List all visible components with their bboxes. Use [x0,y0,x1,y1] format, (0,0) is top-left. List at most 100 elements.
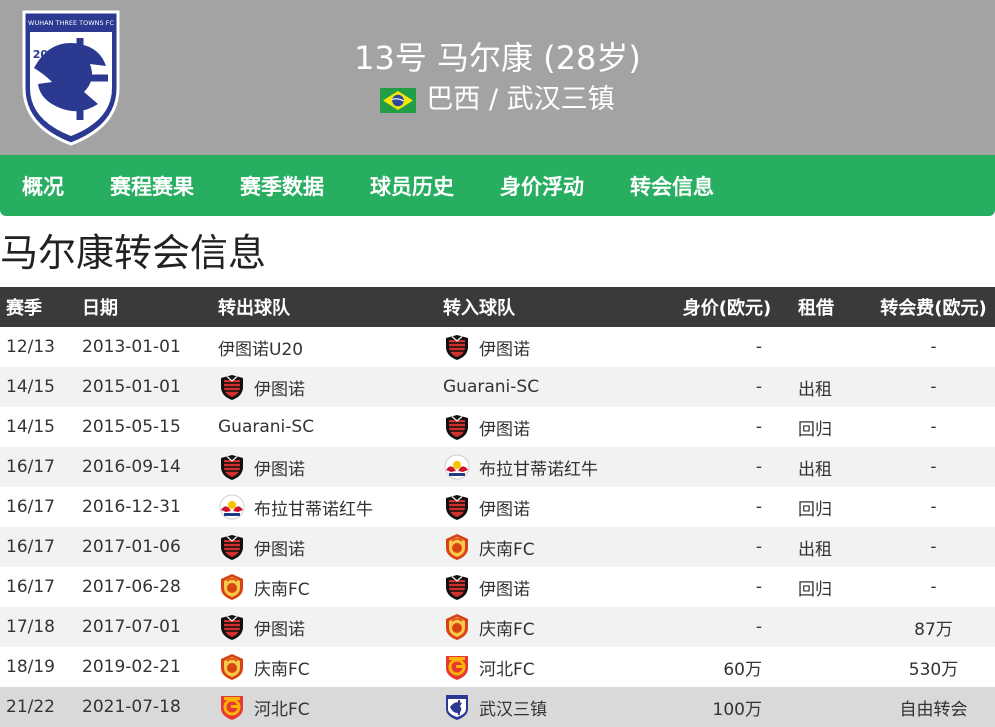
ituano-badge-icon[interactable] [218,373,246,401]
ituano-badge-icon[interactable] [218,453,246,481]
cell-from-team-name[interactable]: 伊图诺 [254,535,305,560]
ituano-badge-icon[interactable] [218,533,246,561]
player-header: WUHAN THREE TOWNS FC 2013 13号 马尔康 (28岁) … [0,0,995,155]
redbull-badge-icon[interactable] [443,453,471,481]
cell-to-team: 庆南FC [437,607,662,647]
cell-from-team-name[interactable]: 布拉甘蒂诺红牛 [254,495,373,520]
cell-market-value: - [662,527,792,567]
cell-to-team: 伊图诺 [437,487,662,527]
page-title: 马尔康转会信息 [0,231,267,275]
cell-from-team-name[interactable]: 伊图诺 [254,615,305,640]
cell-from-team-name[interactable]: 庆南FC [254,655,310,680]
cell-from-team: Guarani-SC [212,407,437,447]
table-row[interactable]: 21/22 2021-07-18 河北FC 武汉三镇 100万 自由转会 [0,687,995,727]
header-from-team[interactable]: 转出球队 [212,287,437,327]
cell-to-team: 布拉甘蒂诺红牛 [437,447,662,487]
ituano-badge-icon[interactable] [443,413,471,441]
player-subtitle: 巴西 / 武汉三镇 [0,82,995,118]
table-row[interactable]: 14/15 2015-05-15 Guarani-SC 伊图诺 - 回归 - [0,407,995,447]
gyeongnam-badge-icon[interactable] [218,653,246,681]
cell-date: 2016-12-31 [82,497,181,517]
cell-transfer-fee: - [930,577,937,597]
table-row[interactable]: 18/19 2019-02-21 庆南FC 河北FC 60万 530万 [0,647,995,687]
cell-transfer-fee: - [872,527,995,567]
ituano-badge-icon[interactable] [218,613,246,641]
table-row[interactable]: 17/18 2017-07-01 伊图诺 庆南FC - 87万 [0,607,995,647]
nav-item-market-value[interactable]: 身价浮动 [500,171,584,201]
cell-to-team-name[interactable]: 伊图诺 [479,415,530,440]
cell-from-team: 庆南FC [212,647,437,687]
cell-transfer-fee: 自由转会 [872,687,995,727]
nav-item-transfers[interactable]: 转会信息 [630,171,714,201]
cell-from-team-name[interactable]: Guarani-SC [218,417,314,437]
redbull-badge-icon[interactable] [218,493,246,521]
hebei-badge-icon[interactable] [443,653,471,681]
table-row[interactable]: 12/13 2013-01-01 伊图诺U20 伊图诺 - - [0,327,995,367]
cell-to-team: 伊图诺 [437,327,662,367]
nav-item-overview[interactable]: 概况 [22,171,64,201]
cell-season: 14/15 [6,417,55,437]
cell-market-value: - [662,607,792,647]
cell-transfer-fee: - [930,337,937,357]
nav-bar: 概况 赛程赛果 赛季数据 球员历史 身价浮动 转会信息 [0,155,995,216]
cell-to-team-name[interactable]: 伊图诺 [479,575,530,600]
gyeongnam-badge-icon[interactable] [218,573,246,601]
header-date[interactable]: 日期 [76,287,212,327]
table-row[interactable]: 16/17 2016-12-31 布拉甘蒂诺红牛 伊图诺 - 回归 - [0,487,995,527]
cell-to-team-name[interactable]: 庆南FC [479,615,535,640]
cell-loan [792,687,872,727]
wuhan-badge-icon[interactable] [443,693,471,721]
cell-to-team: 伊图诺 [437,407,662,447]
cell-to-team-name[interactable]: 河北FC [479,655,535,680]
cell-from-team-name[interactable]: 伊图诺 [254,375,305,400]
table-row[interactable]: 16/17 2017-06-28 庆南FC 伊图诺 - 回归 - [0,567,995,607]
cell-date: 2017-06-28 [82,577,181,597]
cell-loan: 回归 [798,419,832,440]
gyeongnam-badge-icon[interactable] [443,613,471,641]
ituano-badge-icon[interactable] [443,333,471,361]
cell-from-team-name[interactable]: 河北FC [254,695,310,720]
table-row[interactable]: 14/15 2015-01-01 伊图诺 Guarani-SC - 出租 - [0,367,995,407]
cell-from-team: 河北FC [212,687,437,727]
player-nationality-club: 巴西 / 武汉三镇 [426,84,615,115]
cell-to-team-name[interactable]: 庆南FC [479,535,535,560]
cell-season: 16/17 [0,447,76,487]
ituano-badge-icon[interactable] [443,573,471,601]
cell-to-team: 伊图诺 [437,567,662,607]
cell-market-value: 100万 [662,687,792,727]
cell-season: 17/18 [0,607,76,647]
gyeongnam-badge-icon[interactable] [443,533,471,561]
cell-to-team-name[interactable]: 伊图诺 [479,335,530,360]
cell-from-team-name[interactable]: 伊图诺U20 [218,335,303,360]
cell-transfer-fee: - [930,497,937,517]
cell-from-team-name[interactable]: 伊图诺 [254,455,305,480]
cell-market-value: - [755,337,762,357]
header-season[interactable]: 赛季 [0,287,76,327]
cell-from-team: 伊图诺 [212,527,437,567]
brazil-flag-icon [380,87,417,113]
nav-item-season-stats[interactable]: 赛季数据 [240,171,324,201]
club-logo-text: WUHAN THREE TOWNS FC [28,19,114,27]
ituano-badge-icon[interactable] [443,493,471,521]
cell-date: 2015-01-01 [76,367,212,407]
hebei-badge-icon[interactable] [218,693,246,721]
header-loan[interactable]: 租借 [792,287,872,327]
header-transfer-fee[interactable]: 转会费(欧元) [872,287,995,327]
cell-from-team: 伊图诺U20 [212,327,437,367]
nav-item-player-history[interactable]: 球员历史 [370,171,454,201]
table-row[interactable]: 16/17 2017-01-06 伊图诺 庆南FC - 出租 - [0,527,995,567]
cell-to-team-name[interactable]: Guarani-SC [443,377,539,397]
cell-date: 2015-05-15 [82,417,181,437]
cell-season: 16/17 [6,497,55,517]
cell-to-team-name[interactable]: 布拉甘蒂诺红牛 [479,455,598,480]
header-market-value[interactable]: 身价(欧元) [662,287,792,327]
cell-transfer-fee: - [872,447,995,487]
header-to-team[interactable]: 转入球队 [437,287,662,327]
transfers-table: 赛季 日期 转出球队 转入球队 身价(欧元) 租借 转会费(欧元) 12/13 2… [0,287,995,727]
cell-to-team-name[interactable]: 武汉三镇 [479,695,547,720]
nav-item-fixtures[interactable]: 赛程赛果 [110,171,194,201]
table-row[interactable]: 16/17 2016-09-14 伊图诺 布拉甘蒂诺红牛 - 出租 - [0,447,995,487]
cell-from-team-name[interactable]: 庆南FC [254,575,310,600]
cell-to-team-name[interactable]: 伊图诺 [479,495,530,520]
cell-to-team: 河北FC [437,647,662,687]
